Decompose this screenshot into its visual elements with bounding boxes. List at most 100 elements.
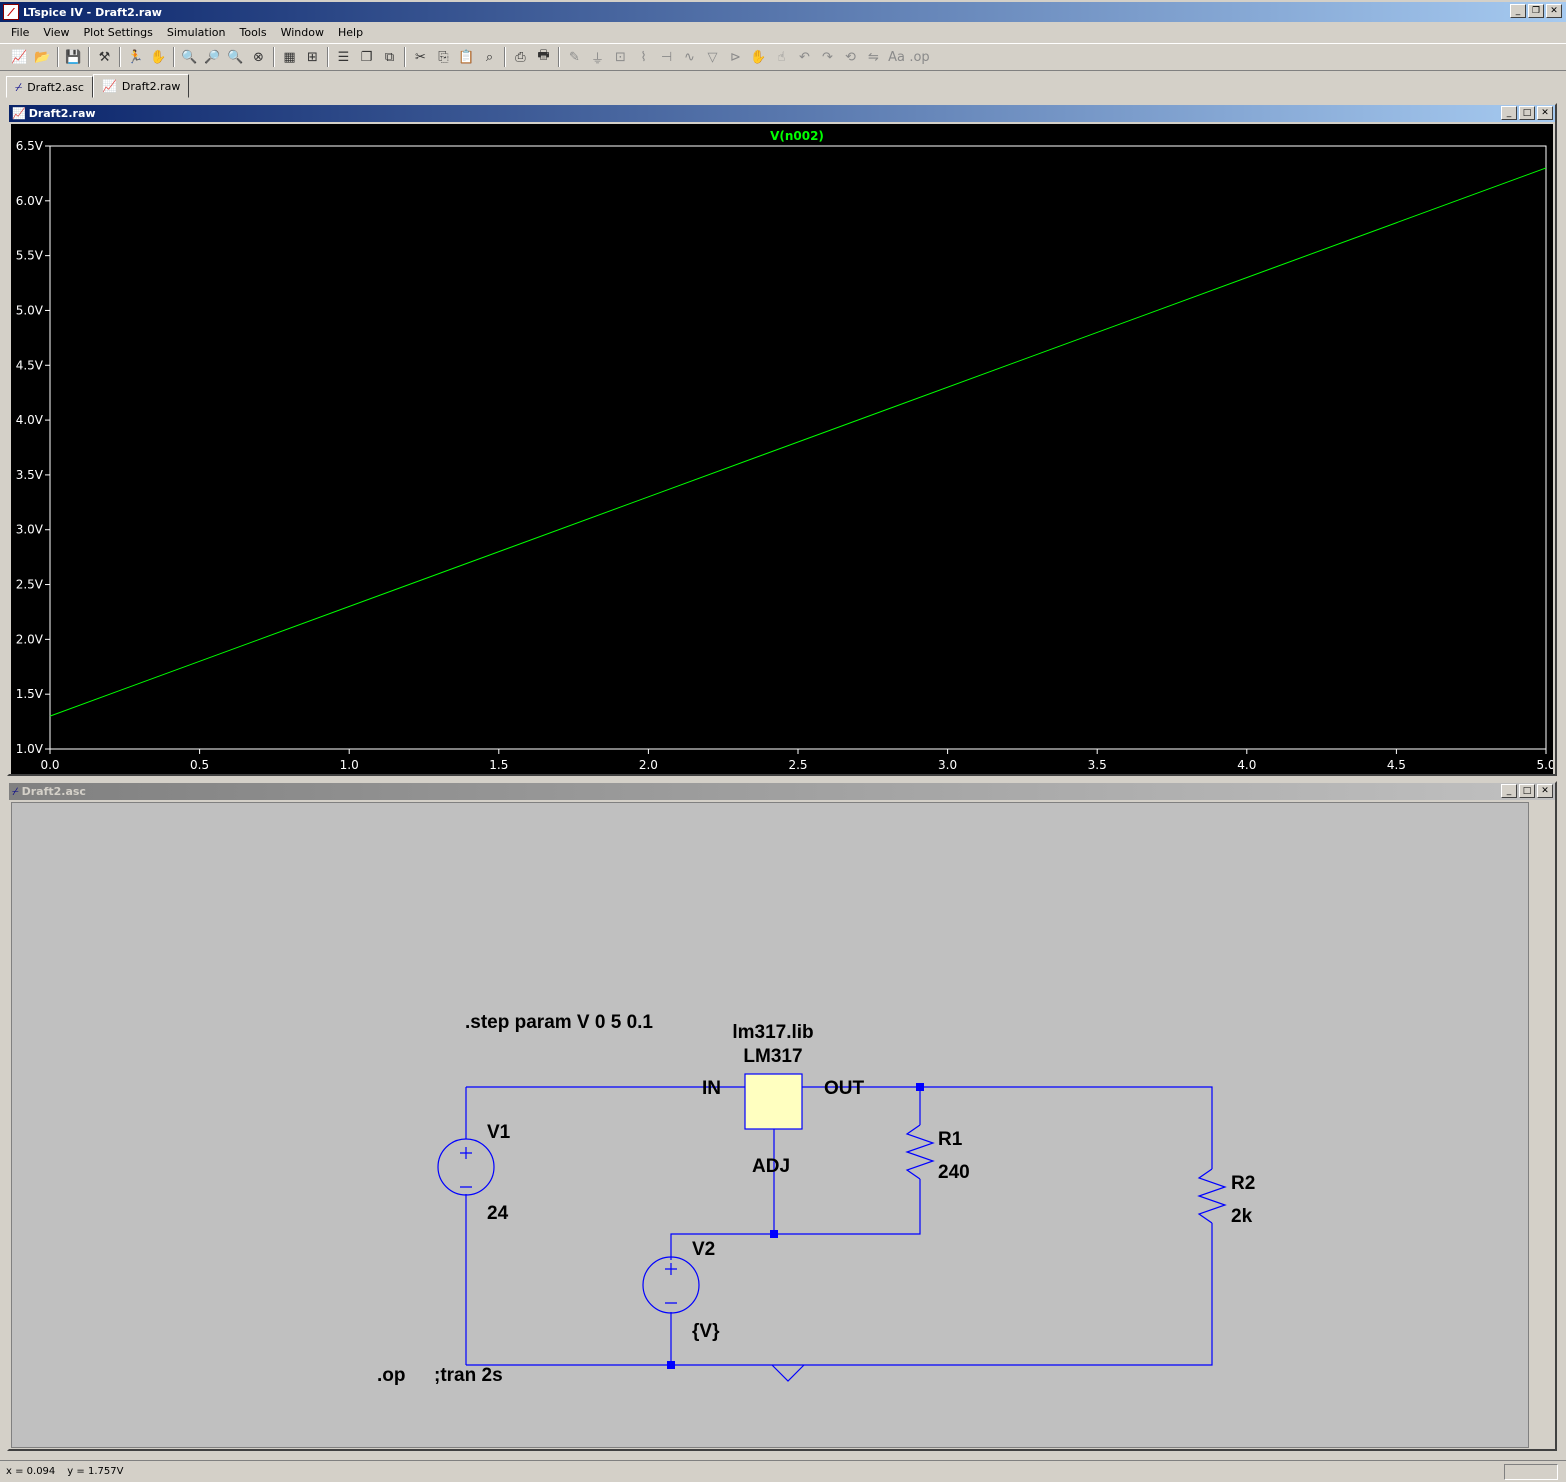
tile-vertical-icon[interactable]: ⧉ (378, 46, 401, 68)
mirror-icon[interactable]: ⇋ (862, 46, 885, 68)
minimize-button[interactable]: _ (1501, 106, 1517, 120)
waveform-icon: 📈 (12, 107, 26, 120)
pin-out-label: OUT (824, 1078, 865, 1099)
component-icon[interactable]: ⊳ (724, 46, 747, 68)
minimize-button[interactable]: _ (1501, 784, 1517, 798)
tile-horizontal-icon[interactable]: ☰ (332, 46, 355, 68)
y-tick-label: 2.0V (16, 632, 44, 646)
print-preview-icon[interactable]: ⎙ (509, 46, 532, 68)
pan-icon[interactable]: ✋ (147, 46, 170, 68)
ground-icon[interactable]: ⏚ (586, 46, 609, 68)
inductor-icon[interactable]: ∿ (678, 46, 701, 68)
ltspice-logo-icon[interactable]: ⁄ (3, 4, 19, 20)
zoom-area-icon[interactable]: 🔎 (201, 46, 224, 68)
v2-name[interactable]: V2 (692, 1239, 715, 1260)
wire[interactable] (802, 1086, 1213, 1169)
tab-draft2-asc[interactable]: ⌿ Draft2.asc (6, 76, 93, 98)
r1-resistor[interactable] (905, 1124, 935, 1180)
label-icon[interactable]: ⊡ (609, 46, 632, 68)
trace-line[interactable] (49, 167, 1547, 717)
x-tick-label: 1.0 (340, 758, 359, 772)
resistor-icon[interactable]: ⌇ (632, 46, 655, 68)
maximize-button[interactable]: □ (1519, 784, 1535, 798)
y-tick-label: 6.5V (16, 139, 44, 153)
spice-directive-icon[interactable]: .op (908, 46, 931, 68)
redo-icon[interactable]: ↷ (816, 46, 839, 68)
x-tick-label: 3.5 (1088, 758, 1107, 772)
schematic-icon: ⌿ (15, 79, 23, 94)
lm317-regulator[interactable] (744, 1073, 803, 1130)
open-icon[interactable]: 📂 (31, 46, 54, 68)
wire-icon[interactable]: ✎ (563, 46, 586, 68)
cut-icon[interactable]: ✂ (409, 46, 432, 68)
minimize-button[interactable]: _ (1510, 4, 1526, 18)
capacitor-icon[interactable]: ⊣ (655, 46, 678, 68)
diode-icon[interactable]: ▽ (701, 46, 724, 68)
schematic-right-panel (1529, 802, 1553, 1448)
tran-directive[interactable]: ;tran 2s (434, 1365, 503, 1386)
zoom-fit-icon[interactable]: ⊗ (247, 46, 270, 68)
close-button[interactable]: ✕ (1537, 784, 1553, 798)
x-tick-label: 2.0 (639, 758, 658, 772)
text-icon[interactable]: Aa (885, 46, 908, 68)
maximize-button[interactable]: □ (1519, 106, 1535, 120)
zoom-out-icon[interactable]: 🔍 (224, 46, 247, 68)
menu-plot-settings[interactable]: Plot Settings (77, 26, 160, 39)
lib-name[interactable]: lm317.lib (732, 1022, 813, 1043)
rotate-icon[interactable]: ⟲ (839, 46, 862, 68)
wire[interactable] (466, 1223, 1213, 1366)
x-tick-label: 4.0 (1237, 758, 1256, 772)
print-icon[interactable]: 🖶 (532, 46, 555, 68)
copy-icon[interactable]: ⎘ (432, 46, 455, 68)
menu-window[interactable]: Window (274, 26, 331, 39)
menu-help[interactable]: Help (331, 26, 370, 39)
close-button[interactable]: ✕ (1537, 106, 1553, 120)
grid-icon[interactable]: ⊞ (301, 46, 324, 68)
r2-name[interactable]: R2 (1231, 1173, 1255, 1194)
schematic-canvas[interactable]: .step param V 0 5 0.1 .op ;tran 2s lm317… (11, 802, 1529, 1448)
v2-value[interactable]: {V} (692, 1321, 720, 1342)
part-name[interactable]: LM317 (743, 1046, 802, 1067)
status-panel (1504, 1464, 1558, 1480)
waveform-window-titlebar: 📈 Draft2.raw _ □ ✕ (9, 105, 1555, 122)
r1-value[interactable]: 240 (938, 1162, 970, 1183)
y-tick-label: 4.0V (16, 413, 44, 427)
v1-value[interactable]: 24 (487, 1203, 509, 1224)
waveform-icon: 📈 (101, 79, 117, 93)
find-icon[interactable]: ⌕ (478, 46, 501, 68)
traces (49, 167, 1547, 717)
ground-symbol[interactable] (771, 1364, 805, 1382)
menu-tools[interactable]: Tools (232, 26, 273, 39)
r2-value[interactable]: 2k (1231, 1206, 1253, 1227)
save-icon[interactable]: 💾 (62, 46, 85, 68)
waveform-plot-area[interactable]: V(n002) 1.0V 1.5V 2.0V 2.5V 3.0V 3.5V 4.0V 4.5V… (11, 124, 1553, 774)
run-icon[interactable]: 🏃 (124, 46, 147, 68)
undo-icon[interactable]: ↶ (793, 46, 816, 68)
waveform-window: 📈 Draft2.raw _ □ ✕ V(n002) 1.0V 1.5V 2.0V 2… (7, 103, 1557, 776)
new-schematic-icon[interactable]: 📈 (8, 46, 31, 68)
menu-simulation[interactable]: Simulation (160, 26, 233, 39)
cascade-icon[interactable]: ❐ (355, 46, 378, 68)
pin-in-label: IN (702, 1078, 721, 1099)
r2-resistor[interactable] (1197, 1168, 1227, 1224)
v1-name[interactable]: V1 (487, 1122, 511, 1143)
toolbar-separator (327, 47, 329, 67)
control-panel-icon[interactable]: ⚒ (93, 46, 116, 68)
zoom-in-icon[interactable]: 🔍 (178, 46, 201, 68)
restore-button[interactable]: ❐ (1528, 4, 1544, 18)
r1-name[interactable]: R1 (938, 1129, 963, 1150)
step-directive[interactable]: .step param V 0 5 0.1 (465, 1012, 653, 1033)
trace-label-v-n002[interactable]: V(n002) (770, 129, 824, 143)
autorange-icon[interactable]: ▦ (278, 46, 301, 68)
move-icon[interactable]: ✋ (747, 46, 770, 68)
drag-icon[interactable]: ☝ (770, 46, 793, 68)
op-directive[interactable]: .op (377, 1365, 406, 1386)
menu-view[interactable]: View (36, 26, 76, 39)
menu-file[interactable]: File (4, 26, 36, 39)
v2-source[interactable] (642, 1256, 700, 1314)
paste-icon[interactable]: 📋 (455, 46, 478, 68)
close-button[interactable]: ✕ (1546, 4, 1562, 18)
junction-dot (667, 1361, 675, 1369)
v1-source[interactable] (437, 1138, 495, 1196)
tab-draft2-raw[interactable]: 📈 Draft2.raw (92, 74, 190, 98)
